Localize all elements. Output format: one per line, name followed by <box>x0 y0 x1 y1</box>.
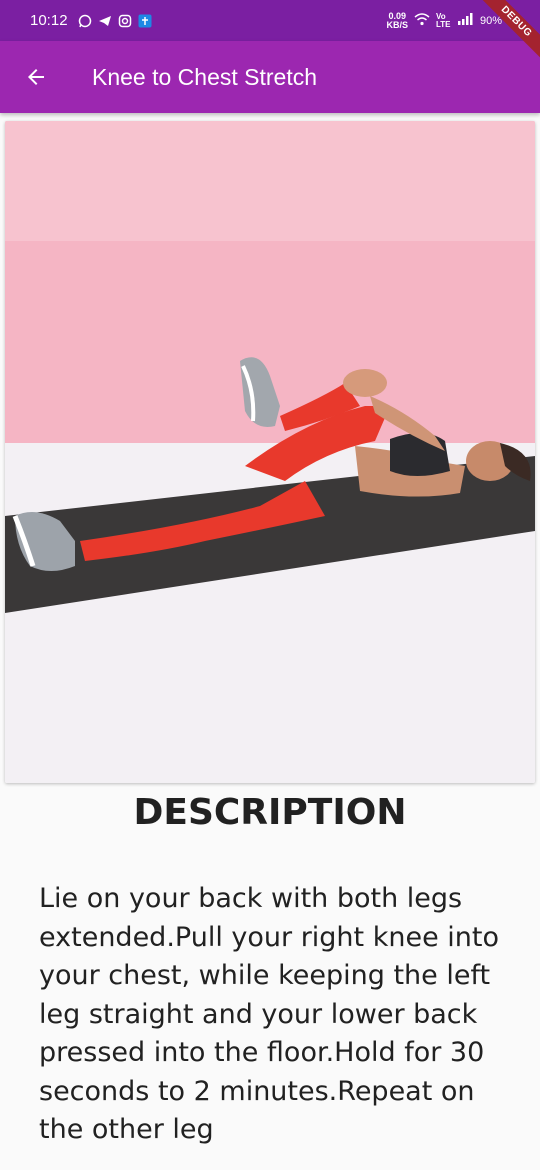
notification-icons <box>78 14 152 28</box>
arrow-back-icon <box>28 69 44 85</box>
instagram-icon <box>118 14 132 28</box>
network-speed: 0.09 KB/S <box>386 11 408 30</box>
telegram-icon <box>98 14 112 28</box>
exercise-image <box>5 121 535 783</box>
net-speed-unit: KB/S <box>386 19 408 30</box>
volte-label: Vo LTE <box>435 11 451 29</box>
app-notification-icon <box>138 14 152 28</box>
wifi-icon <box>414 12 430 29</box>
whatsapp-icon <box>78 14 92 28</box>
signal-icon <box>457 13 474 28</box>
status-time: 10:12 <box>30 12 68 29</box>
status-bar: 10:12 0.09 KB/S Vo LTE 90% <box>0 0 540 41</box>
app-bar: Knee to Chest Stretch <box>0 41 540 113</box>
description-heading: DESCRIPTION <box>133 792 407 833</box>
system-status: 0.09 KB/S Vo LTE 90% <box>386 11 502 30</box>
page-title: Knee to Chest Stretch <box>92 63 318 90</box>
back-button[interactable] <box>0 41 72 113</box>
description-text: Lie on your back with both legs extended… <box>39 883 499 1145</box>
